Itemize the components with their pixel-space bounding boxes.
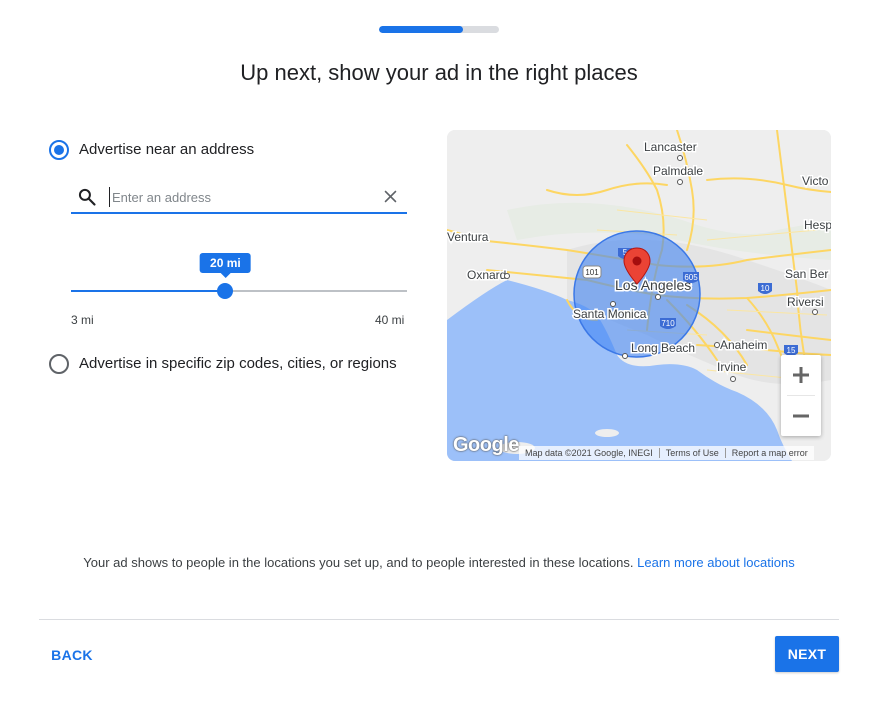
map-label-oxnard: Oxnard	[467, 268, 506, 282]
progress-bar-fill	[379, 26, 463, 33]
map-data-text: Map data ©2021 Google, INEGI	[525, 448, 653, 458]
highway-label-605: 605	[684, 273, 698, 282]
map-canvas[interactable]: Lancaster Palmdale Victo Hesp Ventura Ox…	[447, 130, 831, 461]
terms-of-use-link[interactable]: Terms of Use	[660, 448, 725, 458]
radio-label-advertise-specific-regions[interactable]: Advertise in specific zip codes, cities,…	[79, 355, 397, 372]
locations-info-description: Your ad shows to people in the locations…	[83, 555, 634, 570]
highway-label-15: 15	[787, 346, 796, 355]
back-button[interactable]: BACK	[40, 640, 104, 670]
radius-max-label: 40 mi	[375, 313, 405, 327]
map-label-long-beach: Long Beach	[631, 341, 695, 355]
highway-label-101: 101	[585, 268, 599, 277]
radius-min-label: 3 mi	[71, 313, 94, 327]
map-label-irvine: Irvine	[717, 360, 747, 374]
radius-slider-thumb[interactable]	[217, 283, 234, 299]
plus-icon	[793, 367, 809, 383]
report-map-error-link[interactable]: Report a map error	[726, 448, 814, 458]
minus-icon	[793, 414, 809, 418]
map-label-anaheim: Anaheim	[720, 338, 767, 352]
radius-slider-tooltip: 20 mi	[200, 253, 251, 278]
progress-bar	[379, 26, 499, 33]
radio-advertise-near-address[interactable]	[49, 140, 69, 160]
zoom-out-button[interactable]	[781, 396, 821, 436]
zoom-in-button[interactable]	[781, 355, 821, 395]
radius-slider-fill	[71, 290, 226, 292]
map-label-hesp: Hesp	[804, 218, 831, 232]
highway-label-710: 710	[661, 319, 675, 328]
learn-more-locations-link[interactable]: Learn more about locations	[637, 555, 795, 570]
address-search-input[interactable]	[109, 187, 372, 207]
page-title: Up next, show your ad in the right place…	[240, 60, 638, 85]
map-label-san-ber: San Ber	[785, 267, 828, 281]
google-logo: Google	[453, 434, 519, 456]
map-label-lancaster: Lancaster	[644, 140, 697, 154]
close-icon[interactable]	[382, 188, 399, 210]
map-label-victo: Victo	[802, 174, 829, 188]
location-map[interactable]: Lancaster Palmdale Victo Hesp Ventura Ox…	[447, 130, 831, 461]
map-label-palmdale: Palmdale	[653, 164, 703, 178]
map-attribution: Map data ©2021 Google, INEGI Terms of Us…	[519, 446, 814, 460]
footer-divider	[39, 619, 839, 620]
next-button[interactable]: NEXT	[775, 636, 839, 672]
zoom-controls	[781, 355, 821, 436]
map-label-santa-monica: Santa Monica	[573, 307, 647, 321]
radio-advertise-specific-regions[interactable]	[49, 354, 69, 374]
map-label-los-angeles: Los Angeles	[615, 277, 691, 293]
locations-info-text: Your ad shows to people in the locations…	[0, 555, 878, 570]
map-label-riversi: Riversi	[787, 295, 824, 309]
highway-label-10: 10	[761, 284, 770, 293]
radio-label-advertise-near-address[interactable]: Advertise near an address	[79, 141, 254, 158]
address-search-box	[71, 181, 407, 214]
search-icon	[77, 187, 97, 212]
map-label-ventura: Ventura	[447, 230, 489, 244]
